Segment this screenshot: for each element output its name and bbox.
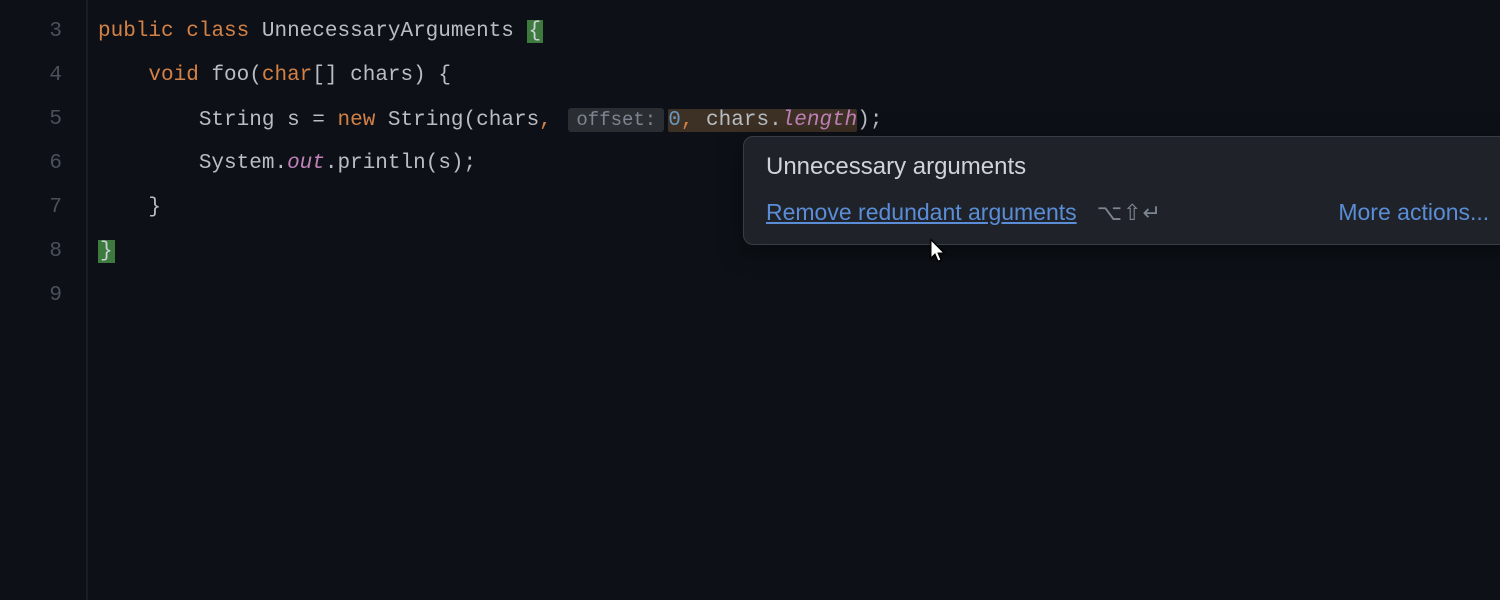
code-area[interactable]: public class UnnecessaryArguments { void… xyxy=(88,0,1500,600)
dot: . xyxy=(325,152,338,175)
line-number[interactable]: 9 xyxy=(0,274,62,318)
line-number[interactable]: 6 xyxy=(0,142,62,186)
brace-close: } xyxy=(148,196,161,219)
keyword-void: void xyxy=(148,64,198,87)
arg-s: s xyxy=(438,152,451,175)
parameter-hint-offset: offset: xyxy=(568,108,664,132)
constructor-string: String xyxy=(388,109,464,132)
tooltip-title: Unnecessary arguments xyxy=(766,153,1026,181)
paren-close-semi: ); xyxy=(451,152,476,175)
literal-zero: 0 xyxy=(668,109,681,132)
brace-open-highlighted: { xyxy=(527,20,544,43)
dot: . xyxy=(274,152,287,175)
tooltip-actions: Remove redundant arguments ⌥⇧↵ More acti… xyxy=(766,199,1500,226)
var-s: s xyxy=(287,109,300,132)
field-out: out xyxy=(287,152,325,175)
brace-close-highlighted: } xyxy=(98,240,115,263)
more-actions-link[interactable]: More actions... xyxy=(1338,199,1489,226)
method-println: println xyxy=(337,152,425,175)
line-number[interactable]: 7 xyxy=(0,186,62,230)
paren-close-semi: ); xyxy=(857,109,882,132)
paren-open: ( xyxy=(464,109,477,132)
param-chars: chars xyxy=(350,64,413,87)
quickfix-link[interactable]: Remove redundant arguments xyxy=(766,199,1077,226)
equals: = xyxy=(312,109,325,132)
arg-chars: chars xyxy=(476,109,539,132)
class-name: UnnecessaryArguments xyxy=(262,20,514,43)
line-number[interactable]: 8 xyxy=(0,230,62,274)
paren-open: ( xyxy=(249,64,262,87)
comma: , xyxy=(681,109,694,132)
keyword-new: new xyxy=(338,109,376,132)
inspection-tooltip: Unnecessary arguments ••• Remove redunda… xyxy=(743,136,1500,245)
class-system: System xyxy=(199,152,275,175)
line-number[interactable]: 3 xyxy=(0,10,62,54)
arg-chars: chars xyxy=(706,109,769,132)
line-number[interactable]: 4 xyxy=(0,54,62,98)
method-name: foo xyxy=(211,64,249,87)
comma: , xyxy=(539,109,552,132)
type-string: String xyxy=(199,109,275,132)
code-line-9[interactable] xyxy=(98,274,1500,318)
line-number[interactable]: 5 xyxy=(0,98,62,142)
code-line-4[interactable]: void foo(char[] chars) { xyxy=(98,54,1500,98)
paren-close-brace: ) { xyxy=(413,64,451,87)
code-line-3[interactable]: public class UnnecessaryArguments { xyxy=(98,10,1500,54)
line-gutter: 3 4 5 6 7 8 9 xyxy=(0,0,88,600)
paren-open: ( xyxy=(426,152,439,175)
keyword-public: public xyxy=(98,20,174,43)
field-length: length xyxy=(782,109,858,132)
dot: . xyxy=(769,109,782,132)
tooltip-header: Unnecessary arguments ••• xyxy=(766,153,1500,181)
array-brackets: [] xyxy=(312,64,337,87)
code-editor: 3 4 5 6 7 8 9 public class UnnecessaryAr… xyxy=(0,0,1500,600)
shortcut-quickfix: ⌥⇧↵ xyxy=(1097,200,1162,226)
type-char: char xyxy=(262,64,312,87)
keyword-class: class xyxy=(186,20,249,43)
